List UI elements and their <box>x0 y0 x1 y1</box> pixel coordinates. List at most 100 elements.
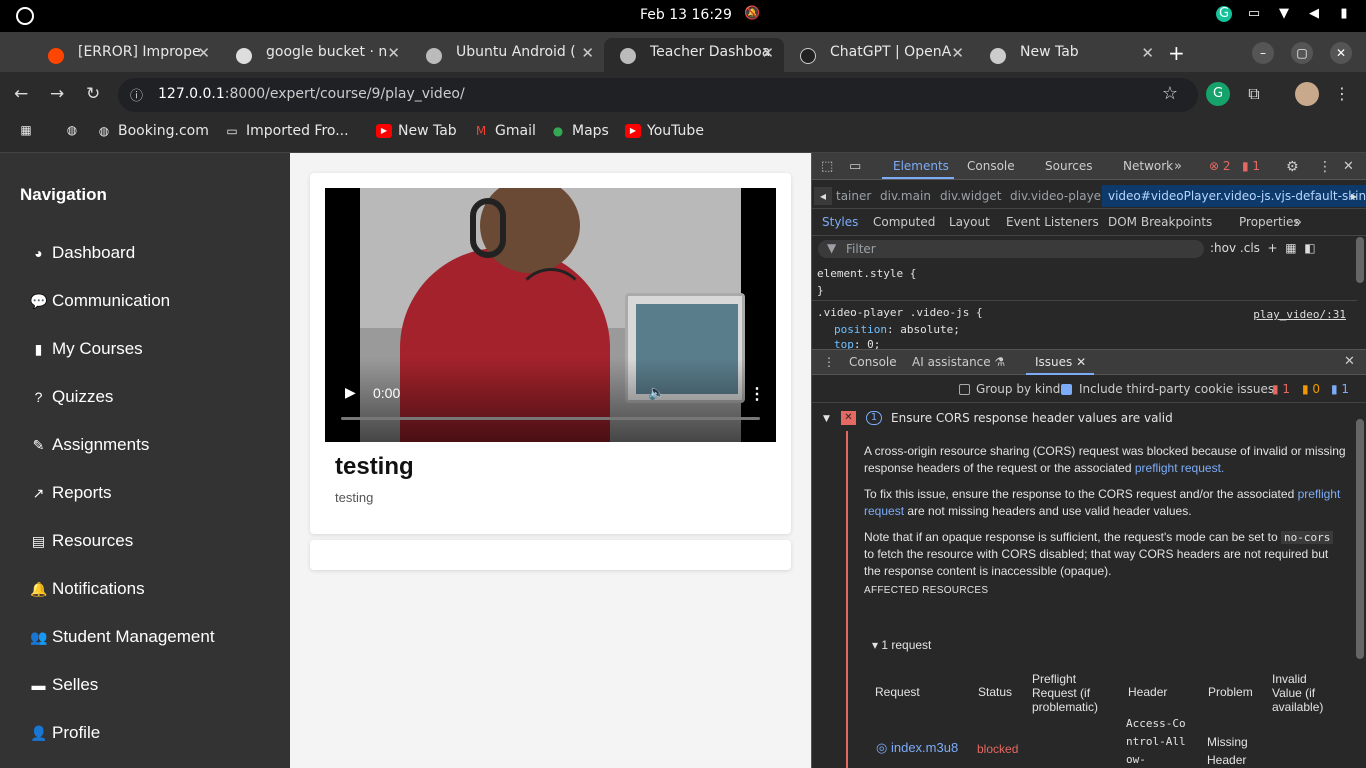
close-tab-icon[interactable]: ✕ <box>581 44 594 62</box>
bookmark-gmail[interactable]: M Gmail <box>473 123 536 139</box>
reload-button[interactable]: ↻ <box>86 84 100 104</box>
expand-arrow-icon[interactable]: ▼ <box>823 414 830 424</box>
forward-button[interactable]: → <box>50 84 64 104</box>
css-element-style[interactable]: element.style { <box>817 267 916 280</box>
back-button[interactable]: ← <box>14 84 28 104</box>
issue-header[interactable]: ▼ ✕ 1 Ensure CORS response header values… <box>812 405 1352 431</box>
drawer-tab-issues[interactable]: Issues ✕ <box>1035 355 1086 369</box>
sidebar-item-communication[interactable]: 💬 Communication <box>30 291 170 311</box>
menu-icon[interactable]: ⋮ <box>1330 82 1354 106</box>
drawer-menu-icon[interactable]: ⋮ <box>823 355 835 369</box>
more-tabs-icon[interactable]: » <box>1174 159 1182 174</box>
css-source-link[interactable]: play_video/:31 <box>1253 308 1346 321</box>
tab-network[interactable]: Network <box>1123 159 1173 173</box>
new-rule-icon[interactable]: + <box>1268 241 1278 255</box>
breadcrumb-item[interactable]: div.main <box>880 189 931 203</box>
close-tab-icon[interactable]: ✕ <box>197 44 210 62</box>
volume-icon[interactable]: 🔈 <box>648 384 665 401</box>
drawer-tab-ai-assistance[interactable]: AI assistance ⚗ <box>912 355 1005 369</box>
requests-toggle[interactable]: ▾ 1 request <box>872 638 931 652</box>
subtab-styles[interactable]: Styles <box>822 215 858 229</box>
bookmark-star-icon[interactable]: ☆ <box>1162 83 1178 104</box>
play-button[interactable]: ▶ <box>345 384 356 401</box>
sidebar-item-assignments[interactable]: ✎ Assignments <box>30 435 150 455</box>
css-rule-selector[interactable]: .video-player .video-js { <box>817 306 983 319</box>
seek-bar[interactable] <box>341 417 760 420</box>
tab-chatgpt[interactable]: ChatGPT | OpenA ✕ <box>784 38 974 72</box>
close-issues-tab-icon[interactable]: ✕ <box>1076 355 1086 369</box>
volume-icon[interactable]: ◀ <box>1306 6 1322 22</box>
site-info-icon[interactable]: ⓘ <box>130 85 143 104</box>
tab-elements[interactable]: Elements <box>893 159 949 173</box>
breadcrumb-scroll-left[interactable]: ◂ <box>814 187 833 205</box>
tab-google-bucket[interactable]: google bucket · n ✕ <box>220 38 410 72</box>
video-player[interactable]: ▶ 0:00 🔈 ⋮ <box>325 188 776 442</box>
subtab-properties[interactable]: Properties <box>1239 215 1300 229</box>
sidebar-item-quizzes[interactable]: ? Quizzes <box>30 387 114 407</box>
ubuntu-logo-icon[interactable] <box>16 7 34 25</box>
subtab-computed[interactable]: Computed <box>873 215 935 229</box>
breadcrumb-item[interactable]: div.widget <box>940 189 1001 203</box>
settings-gear-icon[interactable]: ⚙ <box>1286 159 1299 175</box>
hov-cls-toggles[interactable]: :hov .cls <box>1210 241 1260 255</box>
grammarly-extension-icon[interactable]: G <box>1206 82 1230 106</box>
tab-teacher-dashboard[interactable]: Teacher Dashboa ✕ <box>604 38 784 72</box>
tab-error[interactable]: [ERROR] Impropе ✕ <box>32 38 220 72</box>
css-declaration[interactable]: position: absolute; <box>834 323 960 336</box>
clock[interactable]: Feb 13 16:29 <box>640 7 732 23</box>
extensions-icon[interactable]: ⧉ <box>1242 82 1266 106</box>
tab-ubuntu-android[interactable]: Ubuntu Android (✕ <box>410 38 604 72</box>
close-tab-icon[interactable]: ✕ <box>761 44 774 62</box>
bookmark-maps[interactable]: ● Maps <box>550 123 609 139</box>
style-tools[interactable]: :hov .cls + ▦ ◧ <box>1210 241 1316 255</box>
more-subtabs-icon[interactable]: » <box>1294 215 1302 230</box>
sidebar-item-reports[interactable]: ↗ Reports <box>30 483 112 503</box>
close-window-button[interactable]: ✕ <box>1330 42 1352 64</box>
sidebar-item-resources[interactable]: ▤ Resources <box>30 531 133 551</box>
drawer-tab-console[interactable]: Console <box>849 355 897 369</box>
close-tab-icon[interactable]: ✕ <box>1141 44 1154 62</box>
styles-filter-input[interactable]: ▼ Filter <box>818 240 1204 258</box>
apps-icon[interactable]: ▦ <box>18 123 34 137</box>
tab-console[interactable]: Console <box>967 159 1015 173</box>
grammarly-icon[interactable]: G <box>1216 6 1232 22</box>
globe-bookmark-icon[interactable]: ◍ <box>64 123 80 137</box>
preflight-request-link[interactable]: preflight request. <box>1135 461 1224 475</box>
new-tab-button[interactable]: + <box>1168 41 1185 65</box>
styles-scrollbar[interactable] <box>1356 237 1364 283</box>
sidebar-item-dashboard[interactable]: ◕ Dashboard <box>30 243 135 263</box>
color-format-icon[interactable]: ▦ <box>1285 241 1296 255</box>
subtab-dom-breakpoints[interactable]: DOM Breakpoints <box>1108 215 1212 229</box>
more-options-icon[interactable]: ⋮ <box>749 384 765 404</box>
sidebar-item-profile[interactable]: 👤 Profile <box>30 723 100 743</box>
inspect-icon[interactable]: ⬚ <box>821 159 833 174</box>
breadcrumb-item-selected[interactable]: video#videoPlayer.video-js.vjs-default-s… <box>1102 185 1366 207</box>
bookmark-imported[interactable]: ▭ Imported Fro... <box>224 123 348 139</box>
sidebar-item-my-courses[interactable]: ▮ My Courses <box>30 339 143 359</box>
wifi-icon[interactable]: ▼ <box>1276 6 1292 22</box>
bookmark-new-tab[interactable]: ▶ New Tab <box>376 123 457 139</box>
breadcrumb-item[interactable]: tainer <box>836 189 871 203</box>
sidebar-item-student-management[interactable]: 👥 Student Management <box>30 627 215 647</box>
address-bar[interactable]: ⓘ 127.0.0.1:8000/expert/course/9/play_vi… <box>118 78 1198 112</box>
tab-sources[interactable]: Sources <box>1045 159 1092 173</box>
screen-icon[interactable]: ▭ <box>1246 6 1262 22</box>
close-tab-icon[interactable]: ✕ <box>387 44 400 62</box>
device-toolbar-icon[interactable]: ▭ <box>849 159 861 174</box>
bookmark-youtube[interactable]: ▶ YouTube <box>625 123 704 139</box>
profile-avatar[interactable] <box>1295 82 1319 106</box>
system-tray[interactable]: G ▭ ▼ ◀ ▮ <box>1216 6 1352 22</box>
warning-count[interactable]: ▮ 1 <box>1242 159 1260 173</box>
bookmark-booking[interactable]: ◍ Booking.com <box>96 123 209 139</box>
sidebar-item-notifications[interactable]: 🔔 Notifications <box>30 579 145 599</box>
group-by-kind-checkbox[interactable] <box>959 384 970 395</box>
close-tab-icon[interactable]: ✕ <box>951 44 964 62</box>
subtab-layout[interactable]: Layout <box>949 215 990 229</box>
sidebar-item-selles[interactable]: ▬ Selles <box>30 675 99 695</box>
close-drawer-icon[interactable]: ✕ <box>1344 354 1355 369</box>
error-count[interactable]: ⊗ 2 <box>1209 159 1231 173</box>
devtools-menu-icon[interactable]: ⋮ <box>1318 159 1332 175</box>
toggle-sidebar-icon[interactable]: ◧ <box>1304 241 1315 255</box>
request-link[interactable]: ◎ index.m3u8 <box>876 741 958 755</box>
maximize-button[interactable]: ▢ <box>1291 42 1313 64</box>
